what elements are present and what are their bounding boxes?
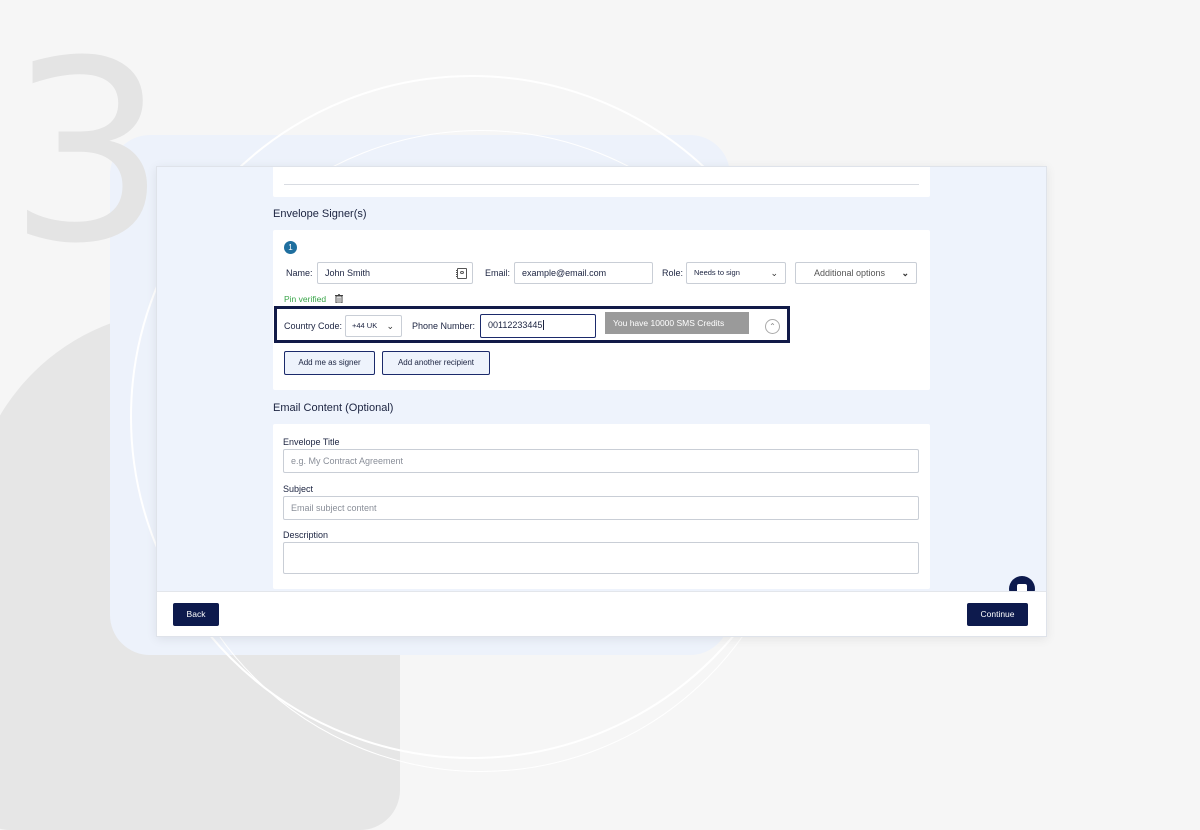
chevron-up-icon[interactable]: ⌃ xyxy=(765,319,780,334)
email-content-section-title: Email Content (Optional) xyxy=(273,402,394,414)
role-label: Role: xyxy=(662,268,684,278)
add-me-as-signer-button[interactable]: Add me as signer xyxy=(284,351,375,375)
phone-number-field[interactable]: 00112233445 xyxy=(480,314,596,338)
phone-number-value: 00112233445 xyxy=(488,320,543,330)
country-code-value: +44 UK xyxy=(352,321,378,330)
form-scroll-area[interactable]: Envelope Signer(s) 1 Name: John Smith Em… xyxy=(157,167,1046,591)
email-field[interactable]: example@email.com xyxy=(514,262,653,284)
signer-index-badge: 1 xyxy=(284,241,297,254)
subject-input[interactable]: Email subject content xyxy=(283,496,919,520)
envelope-title-label: Envelope Title xyxy=(283,437,340,447)
name-label: Name: xyxy=(286,268,313,278)
email-value: example@email.com xyxy=(522,268,607,278)
signers-section-title: Envelope Signer(s) xyxy=(273,208,367,220)
step-number: 3 xyxy=(8,7,168,298)
chevron-down-icon: ⌄ xyxy=(386,321,394,331)
signer-card: 1 Name: John Smith Email: example@email.… xyxy=(273,230,930,390)
additional-options-label: Additional options xyxy=(814,268,886,278)
role-select[interactable]: Needs to sign ⌄ xyxy=(686,262,786,284)
phone-number-label: Phone Number: xyxy=(412,321,476,331)
footer-bar: Back Continue xyxy=(157,591,1046,636)
chevron-down-icon: ⌄ xyxy=(770,268,778,278)
contact-book-icon[interactable] xyxy=(456,268,467,279)
add-another-recipient-button[interactable]: Add another recipient xyxy=(382,351,490,375)
app-window: Envelope Signer(s) 1 Name: John Smith Em… xyxy=(156,166,1047,637)
previous-section-card xyxy=(273,167,930,197)
description-label: Description xyxy=(283,530,329,540)
chevron-down-icon: ⌄ xyxy=(901,268,909,278)
description-textarea[interactable] xyxy=(283,542,919,574)
envelope-title-input[interactable]: e.g. My Contract Agreement xyxy=(283,449,919,473)
subject-label: Subject xyxy=(283,484,314,494)
pin-verified-status: Pin verified xyxy=(284,294,327,304)
divider xyxy=(284,184,919,185)
country-code-label: Country Code: xyxy=(284,321,343,331)
country-code-select[interactable]: +44 UK ⌄ xyxy=(345,315,402,337)
role-value: Needs to sign xyxy=(694,268,740,277)
trash-icon[interactable] xyxy=(335,294,343,303)
email-content-card: Envelope Title e.g. My Contract Agreemen… xyxy=(273,424,930,589)
continue-button[interactable]: Continue xyxy=(967,603,1028,626)
sms-credits-tooltip: You have 10000 SMS Credits xyxy=(605,312,749,334)
text-cursor xyxy=(543,320,545,330)
back-button[interactable]: Back xyxy=(173,603,219,626)
email-label: Email: xyxy=(485,268,511,278)
name-field[interactable]: John Smith xyxy=(317,262,473,284)
name-value: John Smith xyxy=(325,268,371,278)
additional-options-select[interactable]: Additional options ⌄ xyxy=(795,262,917,284)
